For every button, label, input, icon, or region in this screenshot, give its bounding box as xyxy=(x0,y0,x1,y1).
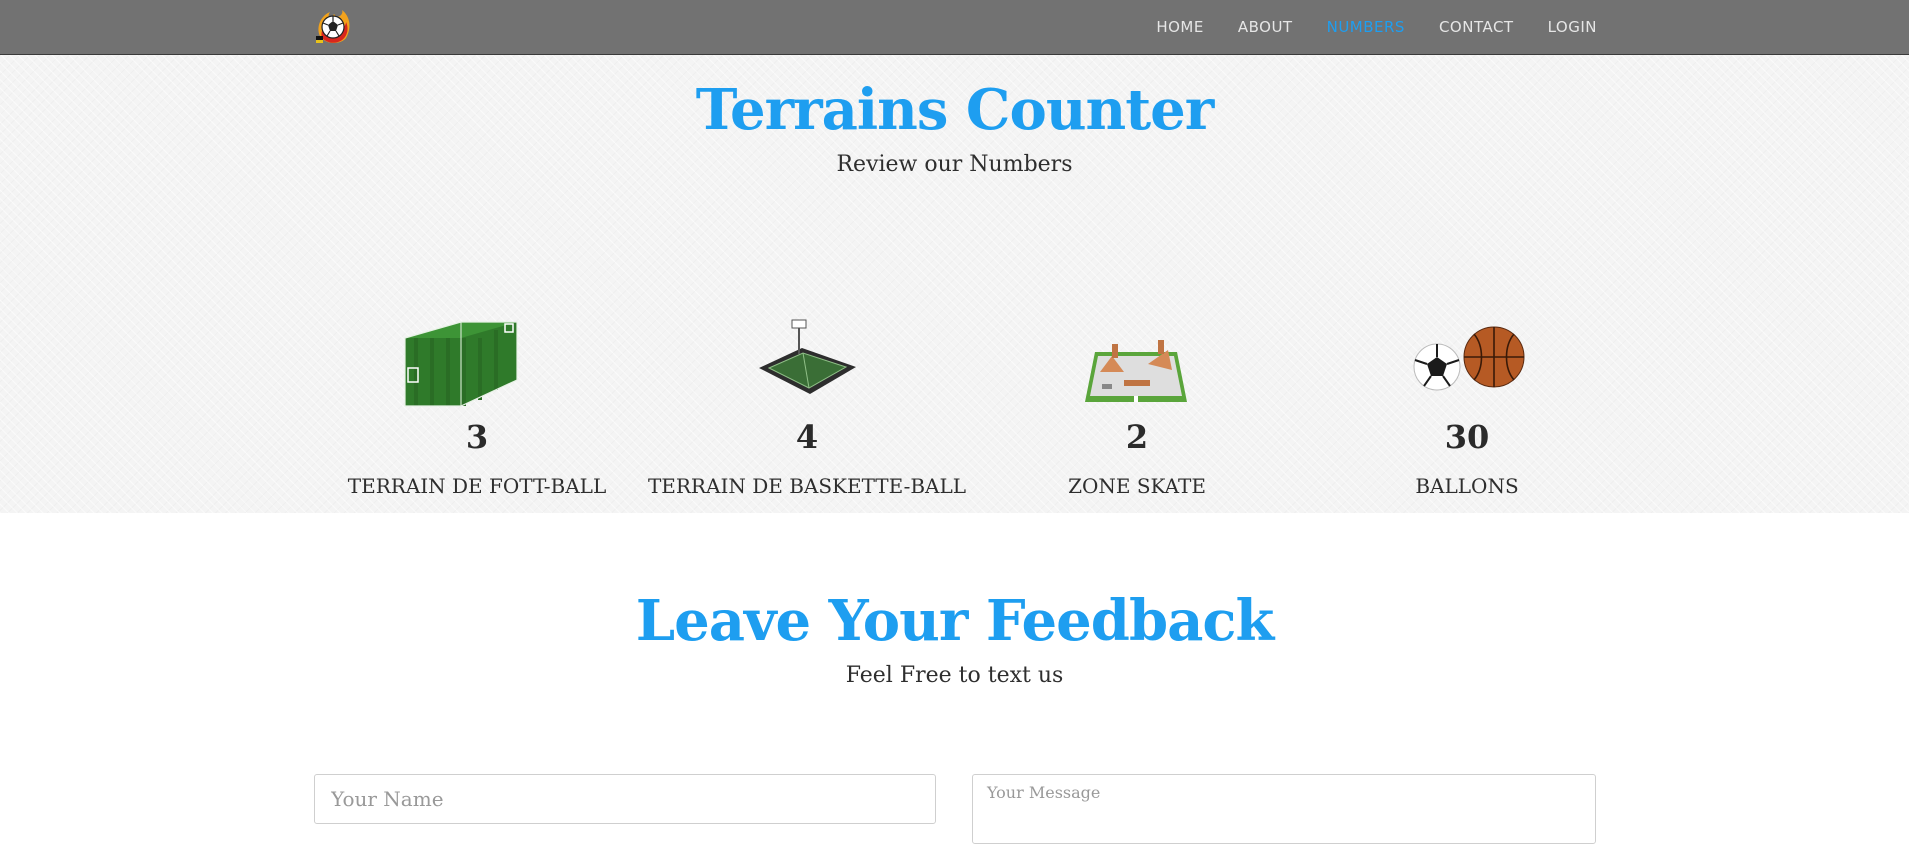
nav-home-link[interactable]: HOME xyxy=(1156,18,1204,36)
name-input[interactable] xyxy=(314,774,936,824)
stat-label: ZONE SKATE xyxy=(1068,474,1206,498)
stats-row: 3 TERRAIN DE FOTT-BALL 4 TERRAIN DE BASK… xyxy=(312,250,1597,510)
stat-number: 30 xyxy=(1444,418,1490,456)
stat-label: BALLONS xyxy=(1415,474,1519,498)
soccer-ball-flame-logo[interactable] xyxy=(312,6,354,48)
main-nav: HOME ABOUT NUMBERS CONTACT LOGIN xyxy=(1156,0,1597,54)
message-textarea[interactable] xyxy=(972,774,1596,844)
counter-subtitle: Review our Numbers xyxy=(836,152,1073,177)
football-field-icon xyxy=(404,321,518,407)
nav-about-link[interactable]: ABOUT xyxy=(1238,18,1293,36)
navbar: HOME ABOUT NUMBERS CONTACT LOGIN xyxy=(0,0,1909,55)
basketball-court-icon xyxy=(759,319,856,394)
stat-label: TERRAIN DE BASKETTE-BALL xyxy=(647,474,967,498)
nav-login-link[interactable]: LOGIN xyxy=(1548,18,1597,36)
stat-number: 2 xyxy=(1125,418,1149,456)
counter-section: Terrains Counter Review our Numbers 3 TE… xyxy=(0,55,1909,513)
nav-contact-link[interactable]: CONTACT xyxy=(1439,18,1514,36)
nav-numbers-link[interactable]: NUMBERS xyxy=(1327,18,1405,36)
stat-number: 4 xyxy=(795,418,819,456)
feedback-subtitle: Feel Free to text us xyxy=(845,663,1064,688)
feedback-title: Leave Your Feedback xyxy=(635,588,1275,654)
stat-number: 3 xyxy=(465,418,489,456)
skate-park-icon xyxy=(1085,340,1187,402)
stat-label: TERRAIN DE FOTT-BALL xyxy=(347,474,607,498)
balls-icon xyxy=(1413,326,1525,391)
counter-title: Terrains Counter xyxy=(695,77,1215,143)
